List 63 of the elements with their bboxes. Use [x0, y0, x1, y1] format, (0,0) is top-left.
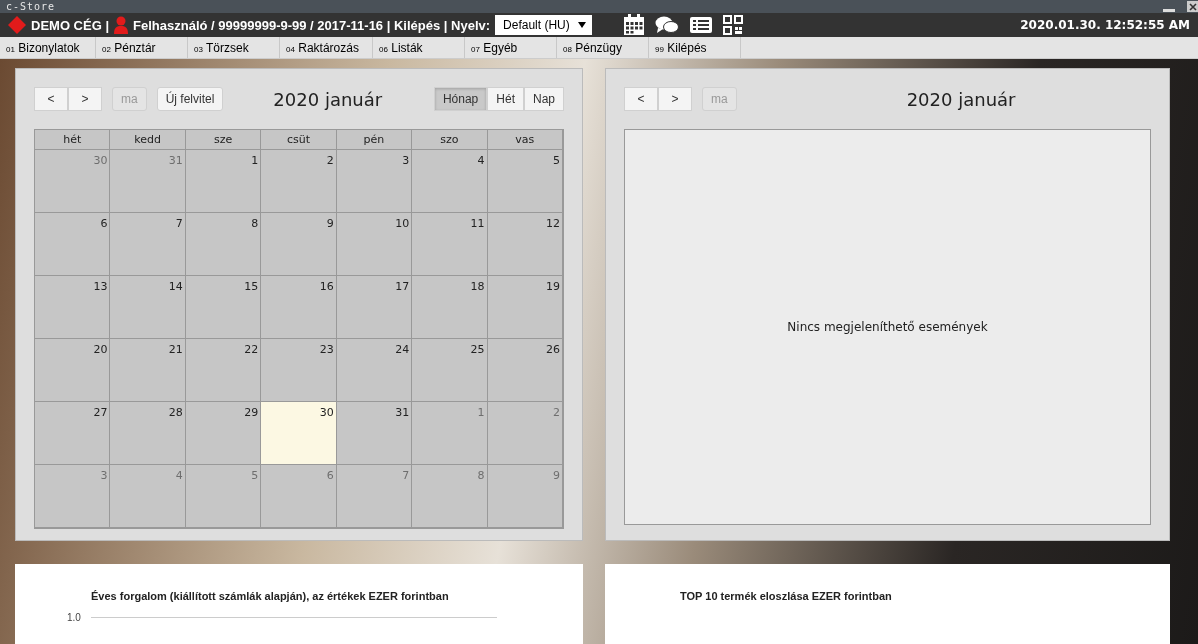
- diamond-icon: [8, 16, 26, 35]
- day-cell[interactable]: 3: [336, 150, 413, 213]
- view-tab[interactable]: Hét: [487, 87, 524, 111]
- day-cell[interactable]: 30: [261, 402, 337, 465]
- day-cell[interactable]: 8: [185, 213, 262, 276]
- day-cell[interactable]: 7: [110, 213, 186, 276]
- day-cell[interactable]: 18: [412, 276, 488, 339]
- empty-message: Nincs megjeleníthető események: [787, 320, 988, 334]
- weekday-header: vas: [487, 130, 563, 150]
- day-cell[interactable]: 31: [336, 402, 413, 465]
- user-info: Felhasználó / 99999999-9-99 / 2017-11-16 | Kilépés | Nyelv:: [133, 17, 491, 33]
- day-cell[interactable]: 10: [336, 213, 413, 276]
- next-button[interactable]: >: [658, 87, 692, 111]
- weekday-header: pén: [336, 130, 413, 150]
- next-button[interactable]: >: [68, 87, 102, 111]
- day-cell[interactable]: 1: [185, 150, 262, 213]
- day-cell[interactable]: 9: [261, 213, 337, 276]
- calendar-title: 2020 január: [273, 88, 383, 110]
- day-cell[interactable]: 5: [487, 150, 563, 213]
- day-cell[interactable]: 21: [110, 339, 186, 402]
- chart-title: TOP 10 termék eloszlása EZER forintban: [679, 590, 893, 602]
- day-cell[interactable]: 25: [412, 339, 488, 402]
- list-icon[interactable]: [688, 15, 713, 36]
- day-cell[interactable]: 12: [487, 213, 563, 276]
- qr-code-icon[interactable]: [722, 15, 743, 36]
- day-cell[interactable]: 20: [35, 339, 111, 402]
- day-cell[interactable]: 27: [35, 402, 111, 465]
- day-cell[interactable]: 15: [185, 276, 262, 339]
- previous-button[interactable]: <: [624, 87, 658, 111]
- day-cell[interactable]: 17: [336, 276, 413, 339]
- axis-tick-label: 1.0: [67, 612, 81, 623]
- date-time: 2020.01.30. 12:52:55 AM: [1020, 18, 1190, 33]
- user-icon: [114, 16, 129, 35]
- day-cell[interactable]: 19: [487, 276, 563, 339]
- chart-title: Éves forgalom (kiállított számlák alapján), az értékek EZER forintban: [90, 590, 450, 602]
- calendar-title: 2020 január: [906, 88, 1016, 110]
- view-tab[interactable]: Nap: [524, 87, 564, 111]
- company-name: DEMO CÉG |: [31, 17, 110, 33]
- day-cell[interactable]: 6: [35, 213, 111, 276]
- weekday-header: hét: [35, 130, 111, 150]
- weekday-header: sze: [185, 130, 262, 150]
- weekday-header: szo: [412, 130, 488, 150]
- new-entry-button[interactable]: Új felvitel: [156, 87, 224, 111]
- day-cell[interactable]: 16: [261, 276, 337, 339]
- day-cell[interactable]: 24: [336, 339, 413, 402]
- previous-button[interactable]: <: [34, 87, 68, 111]
- day-cell[interactable]: 22: [185, 339, 262, 402]
- weekday-header: csüt: [261, 130, 337, 150]
- day-cell[interactable]: 14: [110, 276, 186, 339]
- window-title: c-Store: [6, 1, 56, 13]
- day-cell[interactable]: 28: [110, 402, 186, 465]
- day-cell[interactable]: 4: [412, 150, 488, 213]
- day-cell[interactable]: 26: [487, 339, 563, 402]
- chat-icon[interactable]: [654, 15, 679, 36]
- day-cell[interactable]: 13: [35, 276, 111, 339]
- close-button[interactable]: [1187, 1, 1198, 13]
- language-select[interactable]: Default (HU): [495, 15, 592, 36]
- view-tab[interactable]: Hónap: [433, 87, 488, 111]
- weekday-header: kedd: [110, 130, 186, 150]
- day-cell[interactable]: 2: [261, 150, 337, 213]
- day-cell[interactable]: 11: [412, 213, 488, 276]
- calendar-icon[interactable]: [622, 14, 645, 37]
- caret-icon: [577, 22, 586, 29]
